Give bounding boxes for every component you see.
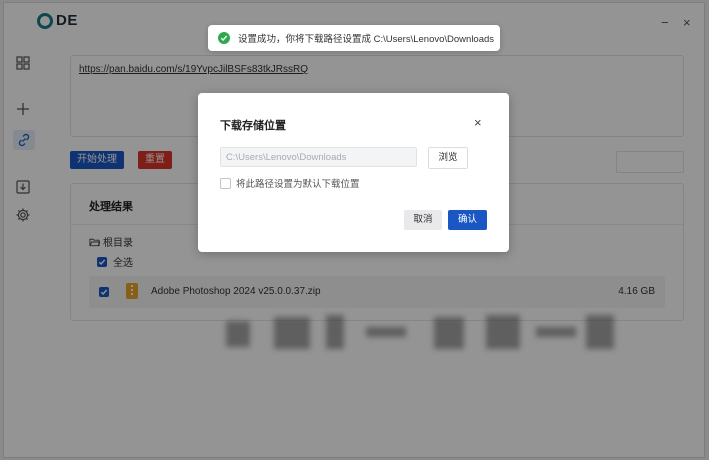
dialog-title: 下载存储位置: [220, 120, 286, 132]
dialog-close-icon[interactable]: ×: [474, 115, 482, 130]
download-location-dialog: 下载存储位置 × C:\Users\Lenovo\Downloads 浏览 将此…: [198, 93, 509, 252]
toast-message: 设置成功，你将下载路径设置成 C:\Users\Lenovo\Downloads: [238, 34, 495, 45]
success-toast: 设置成功，你将下载路径设置成 C:\Users\Lenovo\Downloads: [208, 25, 500, 51]
success-check-icon: [218, 32, 230, 44]
default-path-checkbox[interactable]: [220, 177, 231, 189]
browse-button[interactable]: 浏览: [428, 147, 468, 169]
download-path-input[interactable]: C:\Users\Lenovo\Downloads: [220, 147, 417, 167]
default-path-label: 将此路径设置为默认下载位置: [236, 179, 360, 190]
cancel-button[interactable]: 取消: [404, 210, 442, 230]
confirm-button[interactable]: 确认: [448, 210, 487, 230]
default-path-option[interactable]: 将此路径设置为默认下载位置: [220, 176, 360, 190]
